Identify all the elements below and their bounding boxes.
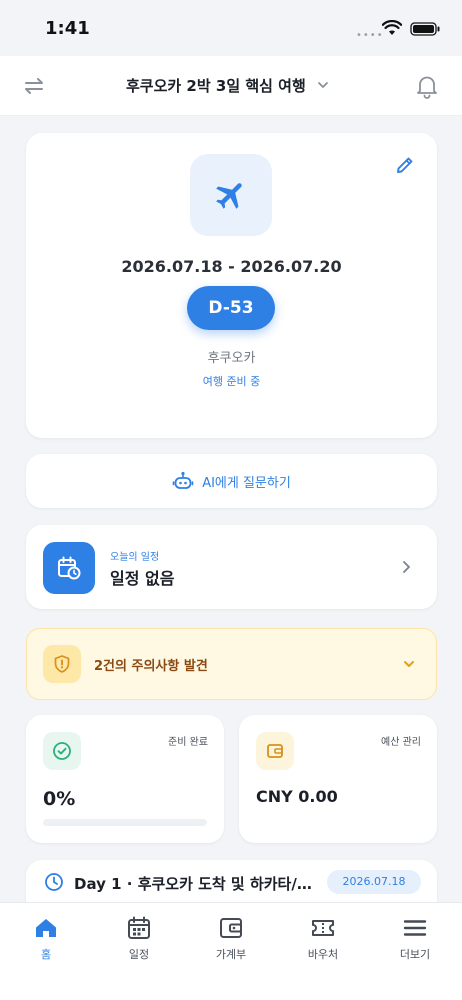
tab-schedule-label: 일정 — [128, 948, 150, 961]
dday-badge: D-53 — [187, 286, 275, 330]
ask-ai-label: AI에게 질문하기 — [202, 475, 291, 491]
schedule-icon-tile — [43, 542, 95, 594]
calendar-icon — [128, 916, 150, 939]
trip-dates: 2026.07.18 - 2026.07.20 — [121, 257, 342, 276]
warnings-card[interactable]: 2건의 주의사항 발견 — [26, 628, 437, 700]
preparation-label: 준비 완료 — [168, 737, 208, 748]
budget-value: CNY 0.00 — [256, 787, 338, 806]
wallet-icon-tile — [256, 732, 294, 770]
trip-status: 여행 준비 중 — [202, 375, 261, 388]
tab-ledger[interactable]: 가계부 — [196, 915, 266, 962]
preparation-progress — [43, 819, 207, 826]
chevron-down-icon[interactable] — [316, 78, 330, 92]
wallet-icon — [220, 918, 242, 938]
warnings-text: 2건의 주의사항 발견 — [94, 659, 208, 674]
bell-icon[interactable] — [414, 73, 440, 99]
tab-home-label: 홈 — [40, 948, 52, 961]
status-bar: 1:41 •••• — [0, 0, 462, 56]
preparation-card[interactable]: 준비 완료 0% — [26, 715, 224, 843]
today-schedule-card[interactable]: 오늘의 일정 일정 없음 — [26, 525, 437, 609]
battery-icon — [410, 22, 440, 36]
plane-icon-tile — [190, 154, 272, 236]
ask-ai-button[interactable]: AI에게 질문하기 — [26, 454, 437, 508]
trip-city: 후쿠오카 — [207, 351, 256, 366]
warning-icon-tile — [43, 645, 81, 683]
calendar-clock-icon — [58, 556, 81, 580]
trip-summary-card: 2026.07.18 - 2026.07.20 D-53 후쿠오카 여행 준비 … — [26, 133, 437, 438]
swap-trip-icon[interactable] — [20, 74, 48, 98]
home-icon — [36, 919, 56, 937]
preparation-value: 0% — [43, 788, 76, 810]
budget-label: 예산 관리 — [381, 737, 421, 748]
robot-icon — [172, 471, 194, 489]
check-circle-icon — [53, 742, 71, 760]
day-date-badge: 2026.07.18 — [327, 870, 421, 894]
schedule-value: 일정 없음 — [110, 569, 175, 588]
tab-home[interactable]: 홈 — [11, 915, 81, 962]
bottom-tab-bar: 홈 일정 가계부 바우처 더보기 — [0, 902, 462, 1000]
tab-more[interactable]: 더보기 — [380, 915, 450, 962]
tab-ledger-label: 가계부 — [215, 948, 247, 961]
chevron-right-icon — [403, 561, 410, 573]
signal-icon: •••• — [356, 30, 384, 41]
status-time: 1:41 — [45, 18, 90, 39]
ticket-icon — [312, 920, 334, 936]
trip-title[interactable]: 후쿠오카 2박 3일 핵심 여행 — [126, 75, 306, 96]
tab-voucher[interactable]: 바우처 — [288, 915, 358, 962]
check-icon-tile — [43, 732, 81, 770]
day-title: Day 1 · 후쿠오카 도착 및 하카타/… — [74, 875, 312, 893]
top-bar: 후쿠오카 2박 3일 핵심 여행 — [0, 56, 462, 116]
tab-schedule[interactable]: 일정 — [104, 915, 174, 962]
tab-more-label: 더보기 — [399, 948, 431, 961]
airplane-icon — [216, 183, 242, 209]
shield-warning-icon — [54, 655, 70, 673]
chevron-down-icon[interactable] — [402, 657, 416, 671]
tab-voucher-label: 바우처 — [307, 948, 339, 961]
budget-card[interactable]: 예산 관리 CNY 0.00 — [239, 715, 437, 843]
clock-icon — [45, 873, 63, 891]
edit-icon[interactable] — [395, 155, 415, 175]
menu-icon — [403, 920, 427, 936]
wallet-icon — [267, 744, 283, 758]
wifi-icon — [382, 20, 402, 35]
schedule-label: 오늘의 일정 — [110, 552, 160, 563]
